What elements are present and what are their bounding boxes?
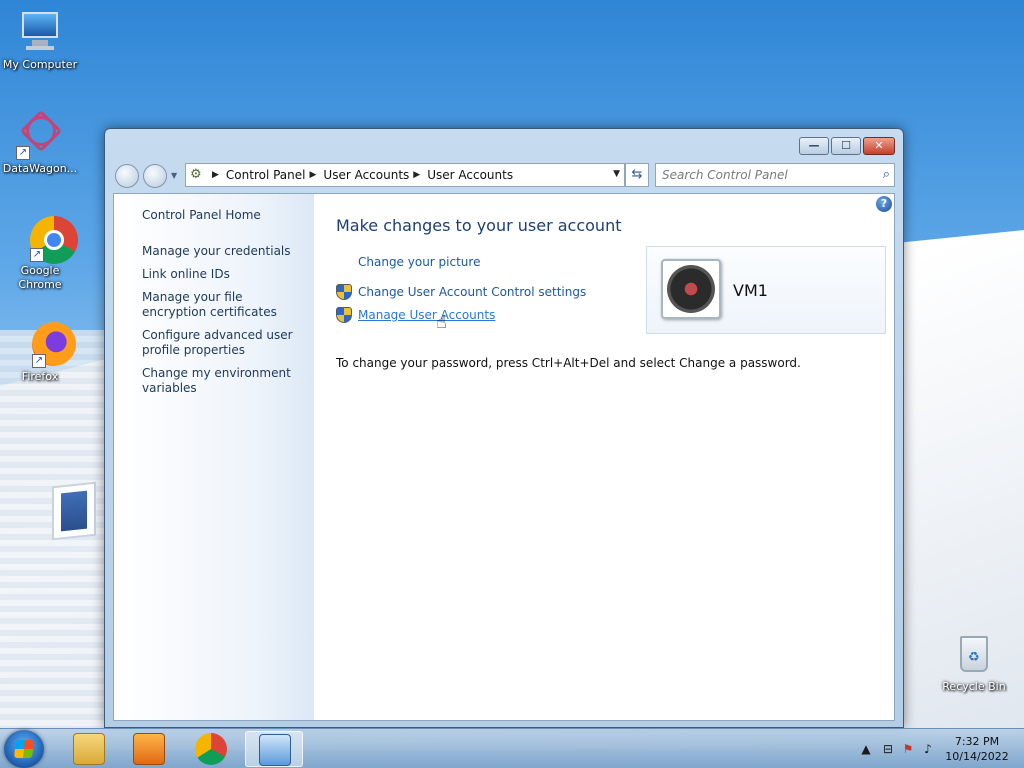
password-info-text: To change your password, press Ctrl+Alt+… — [336, 356, 801, 370]
volume-icon[interactable]: ♪ — [920, 741, 936, 757]
back-button[interactable] — [115, 164, 139, 188]
computer-icon — [16, 8, 64, 56]
clock-date: 10/14/2022 — [945, 750, 1009, 763]
minimize-button[interactable]: — — [799, 137, 829, 155]
system-tray: ▲ ⊟ ⚑ ♪ 7:32 PM 10/14/2022 — [834, 729, 1024, 768]
window-controls: — ☐ ✕ — [799, 137, 895, 155]
taskbar-item-control-panel[interactable] — [245, 731, 303, 767]
show-hidden-icons-icon[interactable]: ▲ — [858, 741, 874, 757]
breadcrumb-user-accounts[interactable]: User Accounts — [323, 168, 409, 182]
taskbar-item-media-player[interactable] — [120, 731, 178, 767]
taskbar: ▲ ⊟ ⚑ ♪ 7:32 PM 10/14/2022 — [0, 728, 1024, 768]
shortcut-arrow-icon: ↗ — [16, 146, 30, 160]
hand-cursor-icon: ☝ — [436, 312, 447, 333]
help-icon[interactable]: ? — [876, 196, 892, 212]
control-panel-icon — [259, 734, 291, 766]
sidebar-item-manage-credentials[interactable]: Manage your credentials — [142, 244, 302, 259]
desktop-icon-label: DataWagon... — [2, 162, 78, 175]
wallpaper-window-graphic — [52, 481, 96, 541]
task-manage-user-accounts[interactable]: Manage User Accounts — [336, 307, 495, 323]
uac-shield-icon — [336, 284, 352, 300]
breadcrumb-separator-icon[interactable]: ▶ — [212, 170, 219, 180]
user-avatar-icon[interactable] — [661, 259, 721, 319]
recycle-bin-icon: ♻ — [950, 630, 998, 678]
close-button[interactable]: ✕ — [863, 137, 895, 155]
folder-icon — [73, 733, 105, 765]
chrome-icon: ↗ — [16, 214, 78, 264]
task-label: Change your picture — [358, 255, 481, 269]
desktop-icon-my-computer[interactable]: My Computer — [0, 8, 80, 72]
taskbar-item-explorer[interactable] — [60, 731, 118, 767]
page-title: Make changes to your user account — [336, 216, 622, 235]
user-name: VM1 — [733, 281, 768, 300]
address-dropdown-icon[interactable]: ▼ — [613, 169, 620, 179]
main-content: ? Make changes to your user account Chan… — [314, 194, 894, 720]
action-center-flag-icon[interactable]: ⚑ — [900, 741, 916, 757]
minimize-icon: — — [808, 139, 820, 152]
address-bar[interactable]: ⚙ ▶ Control Panel ▶ User Accounts ▶ User… — [185, 163, 625, 187]
forward-button[interactable] — [143, 164, 167, 188]
search-input[interactable]: Search Control Panel ⌕ — [655, 163, 895, 187]
shortcut-arrow-icon: ↗ — [32, 354, 46, 368]
breadcrumb-separator-icon[interactable]: ▶ — [310, 170, 317, 180]
task-label: Change User Account Control settings — [358, 285, 587, 299]
desktop-icon-datawagon[interactable]: ↗ DataWagon... — [0, 109, 80, 176]
window-client-area: Control Panel Home Manage your credentia… — [113, 193, 895, 721]
chrome-icon — [195, 733, 227, 765]
clock-time: 7:32 PM — [954, 735, 1000, 748]
sidebar-item-control-panel-home[interactable]: Control Panel Home — [142, 208, 302, 223]
sidebar-item-file-encryption[interactable]: Manage your file encryption certificates — [142, 290, 302, 320]
sidebar-item-advanced-profile[interactable]: Configure advanced user profile properti… — [142, 328, 302, 358]
start-button[interactable] — [4, 730, 44, 768]
uac-shield-icon — [336, 307, 352, 323]
datawagon-icon: ↗ — [16, 109, 64, 160]
control-panel-icon: ⚙ — [190, 167, 202, 182]
task-change-uac-settings[interactable]: Change User Account Control settings — [336, 284, 586, 300]
breadcrumb-user-accounts-current[interactable]: User Accounts — [427, 168, 513, 182]
desktop-icon-label: Recycle Bin — [942, 680, 1006, 693]
refresh-icon: ⇆ — [631, 167, 643, 182]
desktop-icon-label: My Computer — [2, 58, 78, 71]
sidebar-item-link-online-ids[interactable]: Link online IDs — [142, 267, 302, 282]
firefox-icon: ↗ — [16, 320, 76, 368]
task-change-picture[interactable]: Change your picture — [336, 255, 480, 269]
sidebar: Control Panel Home Manage your credentia… — [114, 194, 314, 720]
maximize-icon: ☐ — [841, 139, 851, 152]
windows-logo-icon — [14, 740, 34, 758]
user-account-card: VM1 — [646, 246, 886, 334]
recent-pages-dropdown-icon[interactable]: ▼ — [171, 171, 177, 180]
search-icon[interactable]: ⌕ — [883, 164, 890, 186]
taskbar-item-chrome[interactable] — [182, 731, 240, 767]
maximize-button[interactable]: ☐ — [831, 137, 861, 155]
media-player-icon — [133, 733, 165, 765]
desktop-icon-label: Google Chrome — [18, 264, 62, 291]
shortcut-arrow-icon: ↗ — [30, 248, 44, 262]
task-label: Manage User Accounts — [358, 308, 496, 322]
breadcrumb-control-panel[interactable]: Control Panel — [226, 168, 306, 182]
close-icon: ✕ — [874, 139, 884, 152]
breadcrumb-separator-icon[interactable]: ▶ — [413, 170, 420, 180]
search-placeholder: Search Control Panel — [662, 168, 788, 182]
desktop-icon-google-chrome[interactable]: ↗ Google Chrome — [0, 214, 80, 292]
refresh-button[interactable]: ⇆ — [625, 163, 649, 187]
user-accounts-window: — ☐ ✕ ▼ ⚙ ▶ Control Panel ▶ User Account… — [104, 128, 904, 728]
desktop-icon-label: Firefox — [21, 370, 59, 383]
network-icon[interactable]: ⊟ — [880, 741, 896, 757]
desktop-icon-firefox[interactable]: ↗ Firefox — [0, 320, 80, 384]
navigation-bar: ▼ ⚙ ▶ Control Panel ▶ User Accounts ▶ Us… — [113, 161, 895, 191]
clock[interactable]: 7:32 PM 10/14/2022 — [942, 734, 1012, 764]
sidebar-item-environment-variables[interactable]: Change my environment variables — [142, 366, 302, 396]
desktop-icon-recycle-bin[interactable]: ♻ Recycle Bin — [934, 630, 1014, 694]
